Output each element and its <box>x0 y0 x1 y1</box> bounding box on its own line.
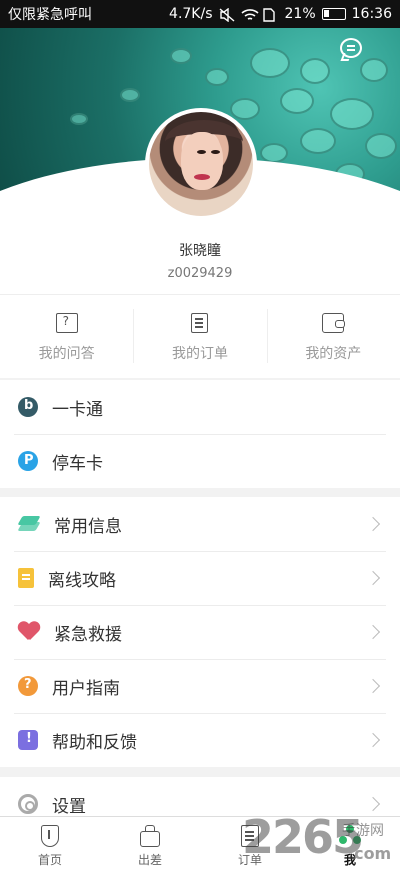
parking-card-label: 停车卡 <box>52 453 103 474</box>
offline-guide-row[interactable]: 离线攻略 <box>0 551 400 605</box>
common-info-row[interactable]: 常用信息 <box>0 497 400 551</box>
cards-group: 一卡通 停车卡 <box>0 380 400 488</box>
mute-icon <box>219 7 235 23</box>
clock: 16:36 <box>351 6 392 22</box>
my-orders-label: 我的订单 <box>171 346 228 362</box>
network-speed: 4.7K/s <box>169 6 213 22</box>
help-circle-icon <box>18 676 38 696</box>
help-feedback-row[interactable]: 帮助和反馈 <box>0 713 400 767</box>
emergency-rescue-row[interactable]: 紧急救援 <box>0 605 400 659</box>
message-icon[interactable] <box>340 38 362 58</box>
chevron-right-icon <box>365 516 381 532</box>
chevron-right-icon <box>365 570 381 586</box>
offline-guide-label: 离线攻略 <box>48 570 116 591</box>
tab-trip[interactable]: 出差 <box>100 817 200 872</box>
parking-card-row[interactable]: 停车卡 <box>0 434 400 488</box>
profile-info: 张晓瞳 z0029429 <box>0 228 400 294</box>
tab-orders[interactable]: 订单 <box>200 817 300 872</box>
common-info-label: 常用信息 <box>54 516 122 537</box>
me-icon <box>339 825 361 847</box>
notebook-icon <box>18 568 34 588</box>
tab-me-label: 我 <box>343 853 356 867</box>
help-feedback-label: 帮助和反馈 <box>52 732 137 753</box>
home-icon <box>41 825 59 847</box>
chevron-right-icon <box>365 796 381 812</box>
tab-home-label: 首页 <box>37 853 62 867</box>
sim-icon <box>262 8 279 22</box>
tab-home[interactable]: 首页 <box>0 817 100 872</box>
transit-card-icon <box>18 397 38 417</box>
wallet-icon <box>322 313 346 333</box>
my-qa-label: 我的问答 <box>38 346 95 362</box>
alert-badge-icon <box>18 730 38 750</box>
user-name: 张晓瞳 <box>179 243 221 259</box>
question-chat-icon <box>55 313 78 333</box>
my-assets-label: 我的资产 <box>305 346 362 362</box>
my-qa-button[interactable]: 我的问答 <box>0 295 133 378</box>
my-assets-button[interactable]: 我的资产 <box>266 295 400 378</box>
battery-percent: 21% <box>284 6 316 22</box>
quick-links: 我的问答 我的订单 我的资产 <box>0 294 400 378</box>
tab-trip-label: 出差 <box>137 853 162 867</box>
user-id: z0029429 <box>167 266 233 281</box>
tab-me[interactable]: 我 <box>300 817 400 872</box>
chevron-right-icon <box>365 678 381 694</box>
parking-icon <box>18 451 38 471</box>
menu-group: 常用信息 离线攻略 紧急救援 用户指南 帮助和反馈 <box>0 497 400 767</box>
heart-pulse-icon <box>18 622 40 642</box>
gear-icon <box>18 794 38 814</box>
transit-card-row[interactable]: 一卡通 <box>0 380 400 434</box>
bottom-tab-bar: 首页 出差 订单 我 <box>0 816 400 872</box>
user-guide-label: 用户指南 <box>52 678 120 699</box>
tab-orders-label: 订单 <box>237 853 262 867</box>
order-list-icon <box>191 313 209 333</box>
transit-card-label: 一卡通 <box>52 399 103 420</box>
order-icon <box>241 825 259 847</box>
carrier-text: 仅限紧急呼叫 <box>8 7 92 23</box>
briefcase-icon <box>140 825 160 847</box>
my-orders-button[interactable]: 我的订单 <box>133 295 266 378</box>
emergency-rescue-label: 紧急救援 <box>54 624 122 645</box>
chevron-right-icon <box>365 732 381 748</box>
avatar[interactable] <box>145 108 257 220</box>
status-bar: 仅限紧急呼叫 4.7K/s 21% 16:36 <box>0 0 400 28</box>
battery-icon <box>321 8 346 20</box>
wifi-icon <box>240 8 259 20</box>
layers-icon <box>17 516 41 532</box>
chevron-right-icon <box>365 624 381 640</box>
settings-label: 设置 <box>52 796 86 817</box>
user-guide-row[interactable]: 用户指南 <box>0 659 400 713</box>
